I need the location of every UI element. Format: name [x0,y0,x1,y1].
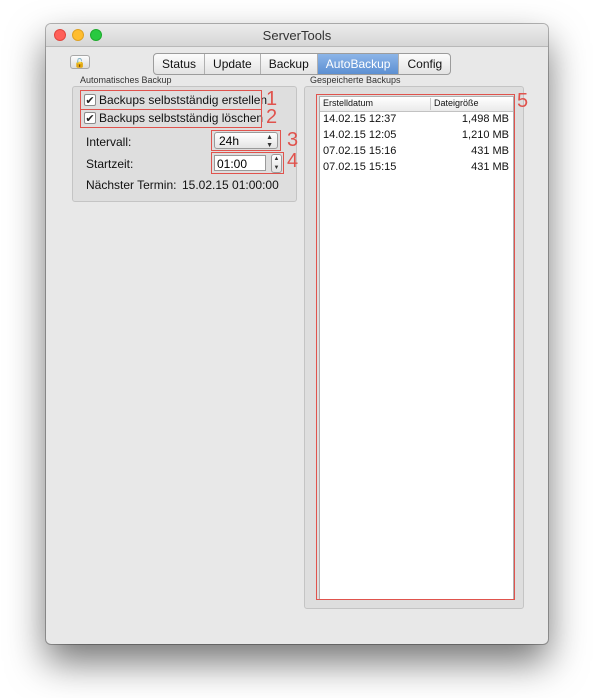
delete-backups-checkbox[interactable]: ✔ Backups selbstständig löschen [84,109,263,127]
interval-popup[interactable]: 24h ▲ ▼ [214,132,278,149]
table-row[interactable]: 07.02.15 15:15 431 MB [320,160,513,176]
window-title: ServerTools [262,28,332,43]
tab-bar: Status Update Backup AutoBackup Config [153,53,452,75]
row-date: 07.02.15 15:16 [323,145,397,157]
row-date: 14.02.15 12:37 [323,113,397,125]
annotation-number-3: 3 [287,129,299,151]
row-size: 1,498 MB [461,113,509,125]
tab-status[interactable]: Status [154,54,206,74]
title-bar: ServerTools [46,24,548,47]
tab-autobackup[interactable]: AutoBackup [317,54,400,74]
chevron-updown-icon: ▲ ▼ [266,134,273,149]
tab-update[interactable]: Update [205,54,261,74]
annotation-number-5: 5 [517,90,529,112]
tab-config[interactable]: Config [399,54,450,74]
create-backups-checkbox[interactable]: ✔ Backups selbstständig erstellen [84,91,267,109]
row-size: 1,210 MB [461,129,509,141]
auto-backup-group-label: Automatisches Backup [80,75,172,85]
time-stepper[interactable]: ▲ ▼ [271,154,282,173]
row-size: 431 MB [471,161,509,173]
row-date: 14.02.15 12:05 [323,129,397,141]
table-header: Erstelldatum Dateigröße [320,97,513,112]
table-row[interactable]: 14.02.15 12:05 1,210 MB [320,128,513,144]
app-window: ServerTools 🔓 Status Update Backup AutoB… [46,24,548,644]
check-icon: ✔ [84,94,96,107]
column-divider [430,98,431,110]
annotation-number-4: 4 [287,150,299,172]
create-backups-label: Backups selbstständig erstellen [99,93,268,107]
delete-backups-label: Backups selbstständig löschen [99,111,264,125]
tab-backup[interactable]: Backup [261,54,318,74]
next-date-value: 15.02.15 01:00:00 [182,178,279,192]
saved-backups-group-label: Gespeicherte Backups [310,75,401,85]
column-file-size[interactable]: Dateigröße [434,98,479,108]
backups-table[interactable]: Erstelldatum Dateigröße 14.02.15 12:37 1… [319,96,514,600]
start-time-field[interactable]: 01:00 [214,155,266,171]
annotation-number-2: 2 [266,106,278,128]
interval-label: Intervall: [86,135,132,149]
lock-icon[interactable]: 🔓 [70,55,90,69]
row-size: 431 MB [471,145,509,157]
table-row[interactable]: 14.02.15 12:37 1,498 MB [320,112,513,128]
start-time-label: Startzeit: [86,157,134,171]
column-created-date[interactable]: Erstelldatum [323,98,373,108]
next-date-label: Nächster Termin: [86,178,177,192]
row-date: 07.02.15 15:15 [323,161,397,173]
check-icon: ✔ [84,112,96,125]
interval-value: 24h [219,134,240,148]
table-row[interactable]: 07.02.15 15:16 431 MB [320,144,513,160]
